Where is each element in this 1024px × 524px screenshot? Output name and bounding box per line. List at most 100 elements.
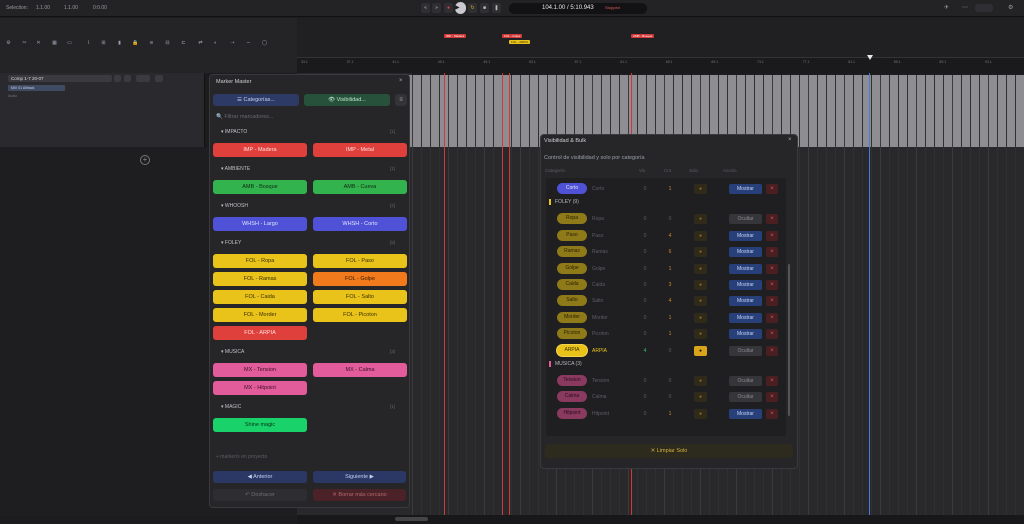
marker-button[interactable]: FOL - Ropa (213, 254, 307, 268)
marker-flag[interactable]: FOL - Golpe (502, 34, 523, 38)
section-header[interactable]: ▾ WHOOSH (221, 203, 248, 209)
close-icon[interactable]: × (788, 137, 792, 143)
route-icon[interactable]: ⇢ (228, 39, 237, 47)
marker-button[interactable]: MX - Calma (313, 363, 407, 377)
action-button[interactable]: Mostrar (729, 329, 762, 340)
close-icon[interactable]: × (766, 329, 778, 340)
action-button[interactable]: Mostrar (729, 230, 762, 241)
envelope-icon[interactable]: ⌇ (84, 39, 93, 47)
marker-button[interactable]: FOL - ARPIA (213, 326, 307, 340)
marker-button[interactable]: AMB - Bosque (213, 180, 307, 194)
marker-button[interactable]: AMB - Cueva (313, 180, 407, 194)
group-header[interactable]: MUSICA (3) (549, 361, 582, 367)
close-icon[interactable]: × (766, 280, 778, 290)
category-pill[interactable]: Tension (557, 375, 587, 386)
search-input[interactable]: 🔍 Filtrar marcadores... (216, 112, 404, 122)
close-icon[interactable]: × (399, 78, 403, 84)
marker-button[interactable]: Shine magic (213, 418, 307, 432)
undo-button[interactable]: ↶ Deshacer (213, 489, 307, 501)
close-icon[interactable]: × (766, 247, 778, 258)
nudge-icon[interactable]: ⇄ (196, 39, 205, 47)
delete-nearest-button[interactable]: ✕ Borrar más cercano (313, 489, 406, 501)
solo-toggle[interactable]: ● (694, 280, 707, 290)
grid-icon[interactable]: ▦ (50, 39, 59, 47)
list-scrollbar[interactable] (788, 264, 790, 416)
solo-toggle[interactable]: ● (694, 376, 707, 386)
ruler-ticks[interactable] (297, 57, 1024, 73)
solo-toggle[interactable]: ● (694, 184, 707, 194)
next-button[interactable]: Siguiente ▶ (313, 471, 406, 483)
section-header[interactable]: ▾ MUSICA (221, 349, 244, 355)
trim-icon[interactable]: ⊏ (179, 39, 188, 47)
section-header[interactable]: ▾ IMPACTO (221, 129, 247, 135)
add-track-button[interactable]: + (140, 155, 150, 165)
snap-icon[interactable]: ⊞ (99, 39, 108, 47)
action-button[interactable]: Ocultar (729, 214, 762, 225)
close-icon[interactable]: × (766, 184, 778, 194)
category-pill[interactable]: Calma (557, 391, 587, 403)
marker-flag[interactable]: FOL - ARPIA (509, 40, 531, 44)
solo-toggle[interactable]: ● (694, 247, 707, 258)
ripple-icon[interactable]: ≋ (147, 39, 156, 47)
category-pill[interactable]: ARPIA (557, 344, 587, 356)
scissors-icon[interactable]: ✂ (20, 39, 29, 47)
cross-icon[interactable]: ✕ (34, 39, 43, 47)
group-header[interactable]: FOLEY (9) (549, 199, 579, 206)
cloud-icon[interactable] (975, 4, 993, 12)
action-button[interactable]: Mostrar (729, 296, 762, 307)
pause-icon[interactable]: ❚ (492, 3, 501, 13)
menu-button[interactable]: ≡ (395, 94, 407, 106)
category-pill[interactable]: Picoton (557, 328, 587, 340)
category-pill[interactable]: Golpe (557, 262, 587, 274)
solo-toggle[interactable]: ● (694, 214, 707, 225)
track-name[interactable]: Comp 1-7 20-07 (8, 75, 112, 82)
action-button[interactable]: Ocultar (729, 392, 762, 403)
action-button[interactable]: Ocultar (729, 376, 762, 386)
close-icon[interactable]: × (766, 296, 778, 307)
marker-button[interactable]: FOL - Picoton (313, 308, 407, 322)
track-input[interactable]: MIX 01 Alitrack (8, 85, 65, 91)
lock-icon[interactable]: 🔒 (131, 39, 140, 47)
action-button[interactable]: Mostrar (729, 280, 762, 290)
category-pill[interactable]: Caida (557, 279, 587, 290)
solo-button[interactable] (124, 75, 131, 82)
fast-forward-icon[interactable]: » (432, 3, 441, 13)
category-pill[interactable]: Hitpoint (557, 407, 587, 419)
rewind-icon[interactable]: « (421, 3, 430, 13)
scrollbar-thumb[interactable] (395, 517, 428, 521)
action-button[interactable]: Mostrar (729, 247, 762, 258)
group-icon[interactable]: ⊟ (163, 39, 172, 47)
wave-icon[interactable]: ∼ (244, 39, 253, 47)
marker-button[interactable]: MX - Tension (213, 363, 307, 377)
categories-button[interactable]: ☰ Categorías... (213, 94, 299, 106)
mute-icon[interactable]: ◐ (211, 39, 220, 47)
marker-button[interactable]: FOL - Caida (213, 290, 307, 304)
solo-toggle[interactable]: ● (694, 408, 707, 419)
pin-icon[interactable]: ✈ (944, 4, 949, 11)
stop-icon[interactable]: ■ (480, 3, 489, 13)
close-icon[interactable]: × (766, 214, 778, 225)
category-pill[interactable]: Ramas (557, 246, 587, 258)
loop-icon[interactable]: ↻ (468, 3, 477, 13)
previous-button[interactable]: ◀ Anterior (213, 471, 307, 483)
marker-button[interactable]: FOL - Salto (313, 290, 407, 304)
category-pill[interactable]: Ropa (557, 213, 587, 225)
circle-icon[interactable]: ◯ (260, 39, 269, 47)
category-pill[interactable]: Corto (557, 183, 587, 194)
solo-toggle[interactable]: ● (694, 296, 707, 307)
marker-button[interactable]: IMP - Metal (313, 143, 407, 157)
action-button[interactable]: Mostrar (729, 184, 762, 194)
settings-icon[interactable]: ⚙ (1008, 4, 1013, 11)
action-button[interactable]: Ocultar (729, 345, 762, 356)
marker-button[interactable]: FOL - Morder (213, 308, 307, 322)
marker-flag[interactable]: IMP - Madera (444, 34, 467, 38)
playhead-handle[interactable] (867, 55, 873, 60)
solo-toggle[interactable]: ● (694, 329, 707, 340)
marker-button[interactable]: FOL - Paso (313, 254, 407, 268)
marker-button[interactable]: WHSH - Corto (313, 217, 407, 231)
action-button[interactable]: Mostrar (729, 263, 762, 274)
close-icon[interactable]: × (766, 392, 778, 403)
selection-end[interactable]: 1.1.00 (64, 5, 78, 11)
selection-start[interactable]: 1.1.00 (36, 5, 50, 11)
action-button[interactable]: Mostrar (729, 408, 762, 419)
